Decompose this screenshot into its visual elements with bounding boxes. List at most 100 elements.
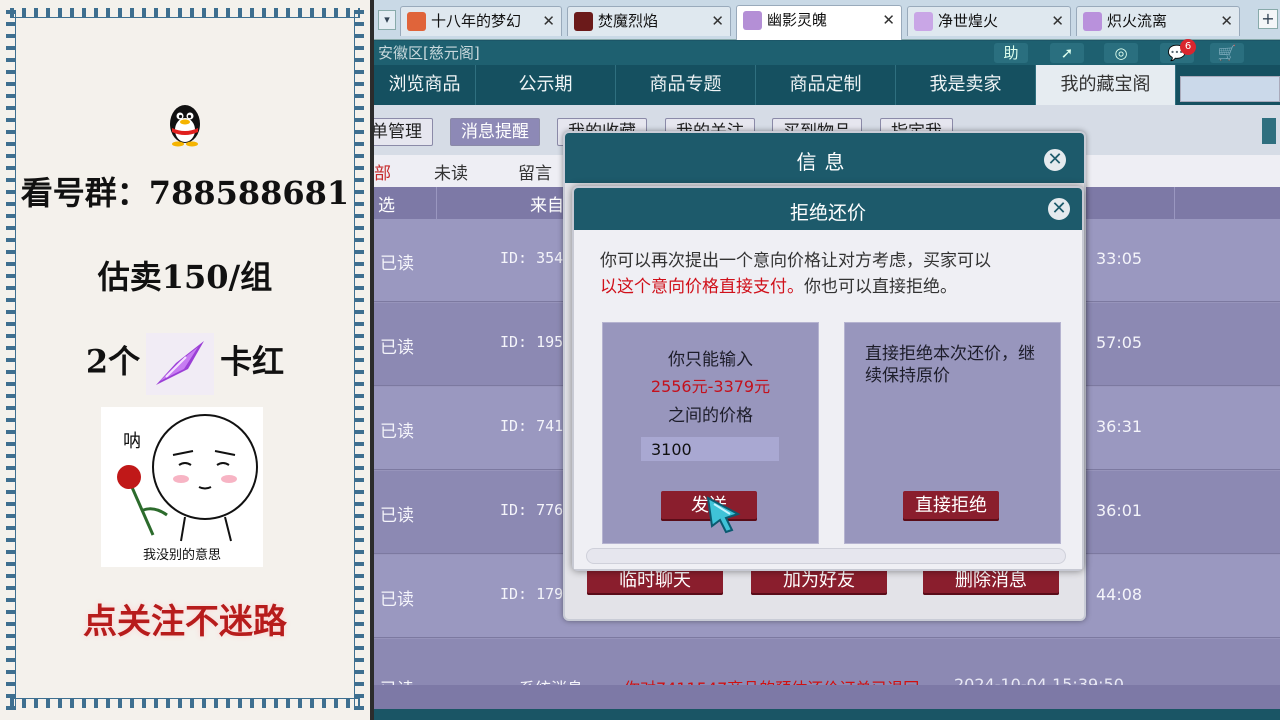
tab-close-icon[interactable]: ✕ <box>882 6 895 34</box>
nav-public-period[interactable]: 公示期 <box>476 65 616 105</box>
row-item-id: ID: 179 <box>500 585 564 603</box>
settings-icon[interactable]: ◎ <box>1104 43 1138 63</box>
main-nav: 浏览商品 公示期 商品专题 商品定制 我是卖家 我的藏宝阁 <box>374 65 1280 105</box>
nav-custom[interactable]: 商品定制 <box>756 65 896 105</box>
row-item-id: ID: 776 <box>500 501 564 519</box>
filter-unread[interactable]: 未读 <box>434 159 468 184</box>
header-select: 选 <box>378 196 395 216</box>
card-prefix: 2个 <box>85 342 141 381</box>
row-status: 已读 <box>380 338 414 358</box>
tab-label: 幽影灵魄 <box>767 11 828 29</box>
qq-group-text: 看号群：788588681 <box>20 174 350 212</box>
game-cursor-icon <box>706 496 741 534</box>
nav-search-input[interactable] <box>1180 76 1280 102</box>
tab-2-active[interactable]: 幽影灵魄 ✕ <box>736 5 902 40</box>
message-count-badge: 6 <box>1180 39 1196 55</box>
tab-close-icon[interactable]: ✕ <box>711 7 724 35</box>
game-tab-icon <box>1083 12 1102 31</box>
tab-close-icon[interactable]: ✕ <box>1051 7 1064 35</box>
row-time: 36:31 <box>1096 417 1143 436</box>
tab-close-icon[interactable]: ✕ <box>542 7 555 35</box>
streamer-overlay-panel: 看号群：788588681 估卖150/组 2个 卡红 呐 我没别的意思 点关注… <box>0 0 370 720</box>
row-status: 已读 <box>380 422 414 442</box>
server-name: 安徽区[慈元阁] <box>378 44 480 62</box>
tab-label: 焚魔烈焰 <box>598 12 659 30</box>
message-icon[interactable]: 💬 6 <box>1160 39 1196 63</box>
desc-tail: 你也可以直接拒绝。 <box>804 277 957 297</box>
bottom-bar <box>374 685 1280 720</box>
temp-chat-button[interactable]: 临时聊天 <box>587 567 723 595</box>
filter-all[interactable]: 部 <box>374 159 391 184</box>
price-estimate-text: 估卖150/组 <box>97 258 273 296</box>
share-icon[interactable]: ➚ <box>1050 43 1084 63</box>
reject-description: 直接拒绝本次还价，继续保持原价 <box>865 344 1035 386</box>
game-tab-icon <box>914 12 933 31</box>
row-status: 已读 <box>380 506 414 526</box>
game-tab-icon <box>574 12 593 31</box>
reject-dialog-body: 你可以再次提出一个意向价格让对方考虑，买家可以 以这个意向价格直接支付。你也可以… <box>574 230 1082 569</box>
desc-normal: 你可以再次提出一个意向价格让对方考虑，买家可以 <box>600 251 991 271</box>
row-time: 36:01 <box>1096 501 1143 520</box>
row-item-id: ID: 195 <box>500 333 564 351</box>
row-status: 已读 <box>380 254 414 274</box>
price-hint-line3: 之间的价格 <box>668 406 753 426</box>
add-friend-button[interactable]: 加为好友 <box>751 567 887 595</box>
row-time: 44:08 <box>1096 585 1143 604</box>
reject-dialog-close-icon[interactable]: ✕ <box>1046 196 1072 222</box>
reject-dialog-description: 你可以再次提出一个意向价格让对方考虑，买家可以 以这个意向价格直接支付。你也可以… <box>600 248 1070 300</box>
reject-dialog-titlebar: 拒绝还价 <box>574 188 1082 230</box>
desc-highlight: 以这个意向价格直接支付。 <box>600 277 804 297</box>
info-dialog-titlebar: 信息 <box>565 133 1084 183</box>
tab-1[interactable]: 焚魔烈焰 ✕ <box>567 6 731 36</box>
delete-message-button[interactable]: 删除消息 <box>923 567 1059 595</box>
qq-penguin-icon <box>170 105 200 147</box>
tab-label: 十八年的梦幻 <box>431 12 522 30</box>
tab-close-icon[interactable]: ✕ <box>1220 7 1233 35</box>
decorative-border-top <box>10 8 360 18</box>
cart-icon[interactable]: 🛒 <box>1210 43 1244 63</box>
reject-counter-offer-dialog: 拒绝还价 ✕ 你可以再次提出一个意向价格让对方考虑，买家可以 以这个意向价格直接… <box>572 186 1084 571</box>
tab-label: 净世煌火 <box>938 12 999 30</box>
tab-3[interactable]: 净世煌火 ✕ <box>907 6 1071 36</box>
new-tab-plus-icon[interactable]: + <box>1258 9 1278 29</box>
row-time: 57:05 <box>1096 333 1143 352</box>
counter-price-input[interactable] <box>641 437 779 461</box>
header-divider <box>436 187 437 219</box>
tab-4[interactable]: 炽火流离 ✕ <box>1076 6 1240 36</box>
help-icon[interactable]: 助 <box>994 43 1028 63</box>
header-from: 来自 <box>530 196 564 216</box>
nav-seller[interactable]: 我是卖家 <box>896 65 1036 105</box>
game-tab-icon <box>743 11 762 30</box>
row-time: 33:05 <box>1096 249 1143 268</box>
purple-crystal-icon <box>146 333 215 395</box>
reject-panel: 直接拒绝本次还价，继续保持原价 直接拒绝 <box>844 322 1061 544</box>
tab-scroll-left-icon[interactable]: ▾ <box>378 10 396 30</box>
subtab-messages[interactable]: 消息提醒 <box>450 118 540 146</box>
game-tab-icon <box>407 12 426 31</box>
meme-sticker: 呐 我没别的意思 <box>101 407 263 567</box>
meme-caption: 我没别的意思 <box>142 548 221 563</box>
tab-0[interactable]: 十八年的梦幻 ✕ <box>400 6 562 36</box>
nav-topics[interactable]: 商品专题 <box>616 65 756 105</box>
row-item-id: ID: 741 <box>500 417 564 435</box>
nav-my-treasure[interactable]: 我的藏宝阁 <box>1036 65 1176 105</box>
reject-dialog-title: 拒绝还价 <box>789 202 866 224</box>
browser-tab-bar: ▾ 十八年的梦幻 ✕ 焚魔烈焰 ✕ 幽影灵魄 ✕ 净世煌火 ✕ 炽火流离 ✕ + <box>374 0 1280 40</box>
dialog-scrollbar[interactable] <box>586 548 1066 564</box>
nav-browse-goods[interactable]: 浏览商品 <box>374 65 476 105</box>
card-suffix: 卡红 <box>220 342 285 381</box>
subtab-scroll-handle[interactable] <box>1262 118 1276 144</box>
follow-reminder-text: 点关注不迷路 <box>83 602 287 642</box>
direct-reject-button[interactable]: 直接拒绝 <box>903 491 999 521</box>
filter-comments[interactable]: 留言 <box>518 159 552 184</box>
subtab-orders[interactable]: 单管理 <box>374 118 433 146</box>
tab-label: 炽火流离 <box>1107 12 1168 30</box>
price-range: 2556元-3379元 <box>650 377 771 396</box>
meme-bubble-text: 呐 <box>123 431 141 452</box>
row-item-id: ID: 354 <box>500 249 564 267</box>
row-status: 已读 <box>380 590 414 610</box>
info-dialog-title: 信息 <box>796 150 853 174</box>
info-dialog-close-icon[interactable]: ✕ <box>1042 147 1068 173</box>
decorative-border-bottom <box>10 698 360 708</box>
meme-face-image: 呐 <box>117 414 258 542</box>
